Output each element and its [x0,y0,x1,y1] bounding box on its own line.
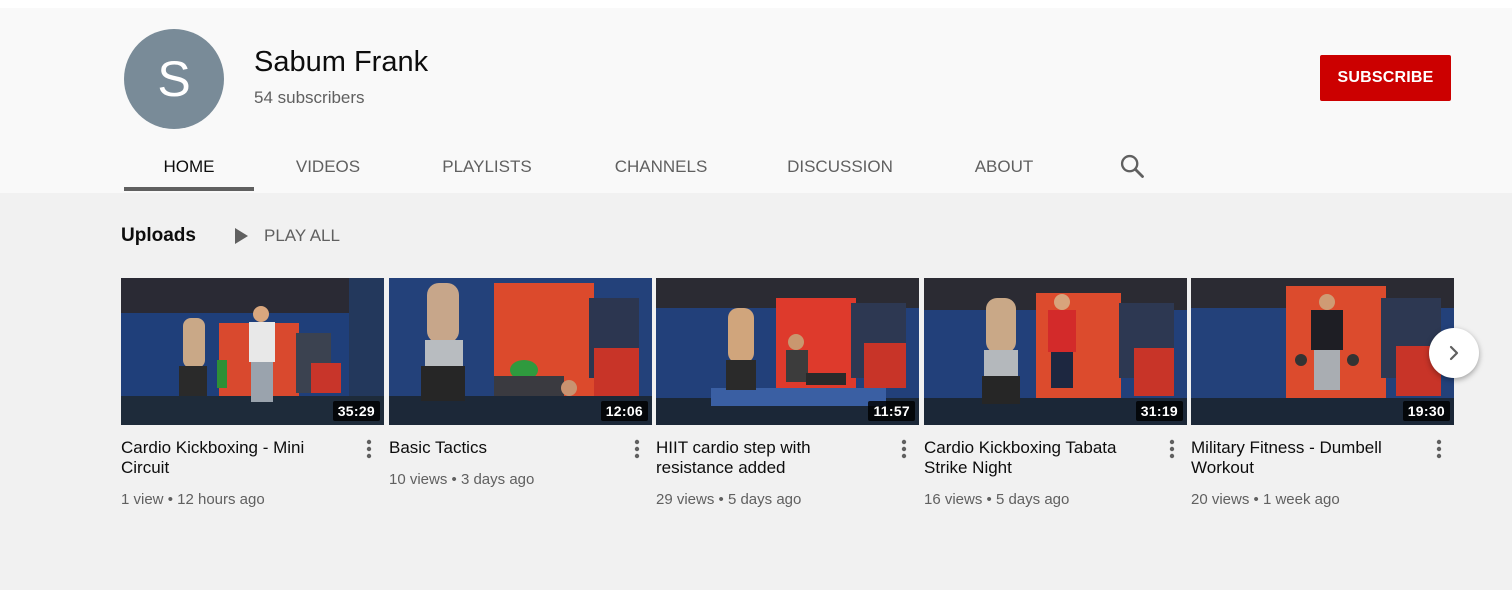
video-thumbnail[interactable]: 19:30 [1191,278,1454,425]
tab-channels[interactable]: CHANNELS [598,142,724,192]
video-meta: 29 views • 5 days ago [656,491,801,508]
video-title[interactable]: Cardio Kickboxing - Mini Circuit [121,438,346,478]
video-card[interactable]: 19:30 Military Fitness - Dumbell Workout… [1191,278,1454,508]
search-icon[interactable] [1118,152,1146,180]
play-all-label: PLAY ALL [264,226,340,245]
chevron-right-icon [1449,345,1459,361]
tab-about[interactable]: ABOUT [956,142,1052,192]
more-vert-icon[interactable] [896,437,912,461]
video-meta: 1 view • 12 hours ago [121,491,265,508]
channel-name: Sabum Frank [254,46,429,78]
video-age: 3 days ago [460,471,535,488]
video-age: 5 days ago [727,491,802,508]
channel-header: S Sabum Frank 54 subscribers SUBSCRIBE H… [0,8,1512,193]
video-duration: 12:06 [600,401,648,421]
video-meta: 10 views • 3 days ago [389,471,534,488]
video-age: 12 hours ago [177,491,265,508]
video-meta: 20 views • 1 week ago [1191,491,1340,508]
play-all-button[interactable]: PLAY ALL [232,223,340,249]
video-age: 1 week ago [1262,491,1340,508]
tab-discussion[interactable]: DISCUSSION [772,142,908,192]
video-views: 10 views [389,471,448,488]
tab-videos[interactable]: VIDEOS [264,142,392,192]
video-thumbnail[interactable]: 35:29 [121,278,384,425]
video-duration: 19:30 [1402,401,1450,421]
video-title[interactable]: Basic Tactics [389,438,614,458]
meta-separator: • [718,491,728,508]
channel-avatar[interactable]: S [124,29,224,129]
tab-home[interactable]: HOME [124,142,254,192]
channel-content: Uploads PLAY ALL 35:29 Cardio Kickboxing… [0,193,1512,590]
video-views: 29 views [656,491,715,508]
meta-separator: • [167,491,178,508]
play-icon [235,228,248,244]
video-thumbnail[interactable]: 11:57 [656,278,919,425]
more-vert-icon[interactable] [1164,437,1180,461]
video-title[interactable]: Cardio Kickboxing Tabata Strike Night [924,438,1149,478]
tab-playlists[interactable]: PLAYLISTS [424,142,550,192]
uploads-heading: Uploads [121,225,196,246]
video-views: 20 views [1191,491,1250,508]
video-duration: 31:19 [1135,401,1183,421]
meta-separator: • [1253,491,1263,508]
video-title[interactable]: HIIT cardio step with resistance added [656,438,881,478]
video-card[interactable]: 12:06 Basic Tactics 10 views • 3 days ag… [389,278,652,488]
video-thumbnail[interactable]: 31:19 [924,278,1187,425]
meta-separator: • [451,471,461,488]
video-views: 16 views [924,491,983,508]
more-vert-icon[interactable] [629,437,645,461]
subscribe-button[interactable]: SUBSCRIBE [1320,55,1451,101]
meta-separator: • [986,491,996,508]
active-tab-indicator [124,187,254,191]
video-thumbnail[interactable]: 12:06 [389,278,652,425]
video-card[interactable]: 11:57 HIIT cardio step with resistance a… [656,278,919,508]
next-arrow-button[interactable] [1429,328,1479,378]
video-card[interactable]: 35:29 Cardio Kickboxing - Mini Circuit 1… [121,278,384,508]
video-meta: 16 views • 5 days ago [924,491,1069,508]
video-age: 5 days ago [995,491,1070,508]
video-title[interactable]: Military Fitness - Dumbell Workout [1191,438,1416,478]
video-duration: 35:29 [332,401,380,421]
subscriber-count: 54 subscribers [254,88,365,107]
video-card[interactable]: 31:19 Cardio Kickboxing Tabata Strike Ni… [924,278,1187,508]
more-vert-icon[interactable] [361,437,377,461]
video-views: 1 view [121,491,164,508]
video-duration: 11:57 [868,401,915,421]
more-vert-icon[interactable] [1431,437,1447,461]
